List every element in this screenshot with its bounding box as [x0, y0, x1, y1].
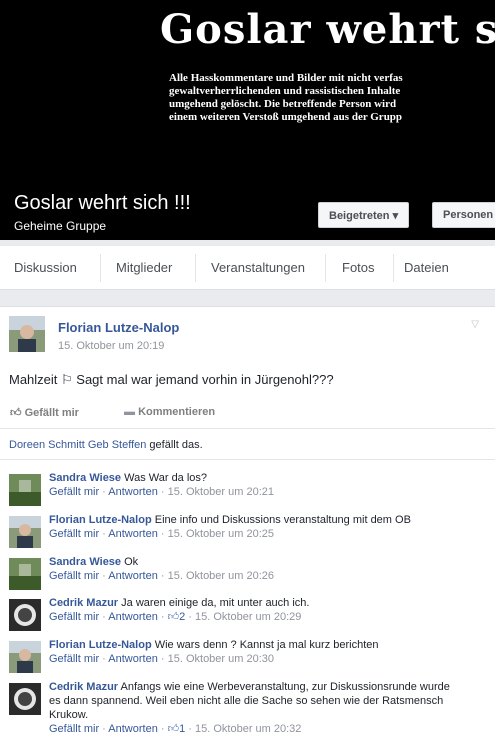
- comment-like-link[interactable]: Gefällt mir: [49, 528, 99, 540]
- tab-dateien[interactable]: Dateien: [404, 260, 449, 275]
- comment-author[interactable]: Cedrik Mazur: [49, 597, 118, 609]
- comment-time[interactable]: 15. Oktober um 20:30: [168, 653, 274, 665]
- cover-text-line: gewaltverherrlichenden und rassistischen…: [169, 85, 401, 97]
- like-button[interactable]: 👍︎ Gefällt mir: [10, 406, 79, 419]
- comment-reply-link[interactable]: Antworten: [108, 570, 158, 582]
- cover-text-line: umgehend gelöscht. Die betreffende Perso…: [169, 98, 397, 110]
- group-tabs: Diskussion Mitglieder Veranstaltungen Fo…: [0, 246, 495, 290]
- comment-like-link[interactable]: Gefällt mir: [49, 653, 99, 665]
- cover-title: Goslar wehrt s: [160, 6, 495, 53]
- tab-veranstaltungen[interactable]: Veranstaltungen: [211, 260, 305, 275]
- comment-like-link[interactable]: Gefällt mir: [49, 570, 99, 582]
- avatar[interactable]: [9, 516, 41, 548]
- comment-text: Was War da los?: [124, 472, 208, 484]
- comment-text: Ok: [124, 556, 139, 568]
- avatar[interactable]: [9, 474, 41, 506]
- comment-time[interactable]: 15. Oktober um 20:32: [195, 723, 301, 735]
- comment-like-count[interactable]: 1: [179, 723, 185, 735]
- comment-like-link[interactable]: Gefällt mir: [49, 723, 99, 735]
- comment-author[interactable]: Sandra Wiese: [49, 556, 121, 568]
- avatar[interactable]: [9, 558, 41, 590]
- likes-suffix: gefällt das.: [146, 439, 203, 451]
- group-privacy: Geheime Gruppe: [14, 219, 107, 233]
- tab-divider: [100, 254, 101, 282]
- thumbs-up-icon: 👍︎: [167, 723, 180, 735]
- tab-diskussion[interactable]: Diskussion: [14, 260, 77, 275]
- cover-text-line: einem weiteren Verstoß umgehend aus der …: [169, 111, 403, 123]
- likes-summary: Doreen Schmitt Geb Steffen gefällt das.: [9, 439, 203, 451]
- tab-divider: [325, 254, 326, 282]
- post-text: Mahlzeit ⚐ Sagt mal war jemand vorhin in…: [9, 372, 334, 387]
- comment: Sandra Wiese Ok Gefällt mir · Antworten …: [9, 555, 489, 590]
- tab-mitglieder[interactable]: Mitglieder: [116, 260, 172, 275]
- tab-divider: [195, 254, 196, 282]
- comment-author[interactable]: Florian Lutze-Nalop: [49, 639, 152, 651]
- cover-text-line: Alle Hasskommentare und Bilder mit nicht…: [169, 72, 403, 84]
- post-timestamp[interactable]: 15. Oktober um 20:19: [58, 340, 164, 352]
- comment-text: Wie wars denn ? Kannst ja mal kurz beric…: [154, 639, 379, 651]
- speech-bubble-icon: ▬: [124, 406, 139, 418]
- comment-button[interactable]: ▬ Kommentieren: [124, 406, 215, 418]
- comment-reply-link[interactable]: Antworten: [108, 528, 158, 540]
- people-button[interactable]: Personen: [432, 202, 495, 228]
- comment: Florian Lutze-Nalop Wie wars denn ? Kann…: [9, 638, 489, 673]
- comment-author[interactable]: Florian Lutze-Nalop: [49, 514, 152, 526]
- thumbs-up-icon: 👍︎: [167, 611, 180, 623]
- tab-fotos[interactable]: Fotos: [342, 260, 375, 275]
- comment-time[interactable]: 15. Oktober um 20:26: [168, 570, 274, 582]
- comment-reply-link[interactable]: Antworten: [108, 653, 158, 665]
- comment-author[interactable]: Cedrik Mazur: [49, 681, 118, 693]
- comment-text: Eine info und Diskussions veranstaltung …: [154, 514, 411, 526]
- comment-reply-link[interactable]: Antworten: [108, 723, 158, 735]
- group-cover: Goslar wehrt s Alle Hasskommentare und B…: [0, 0, 495, 240]
- post-author[interactable]: Florian Lutze-Nalop: [58, 320, 179, 335]
- comment-like-link[interactable]: Gefällt mir: [49, 611, 99, 623]
- comment-like-link[interactable]: Gefällt mir: [49, 486, 99, 498]
- avatar[interactable]: [9, 641, 41, 673]
- comment: Sandra Wiese Was War da los? Gefällt mir…: [9, 471, 489, 506]
- liker-name[interactable]: Doreen Schmitt Geb Steffen: [9, 439, 146, 451]
- avatar[interactable]: [9, 316, 45, 352]
- cover-rules-text: Alle Hasskommentare und Bilder mit nicht…: [169, 72, 403, 124]
- comment-time[interactable]: 15. Oktober um 20:25: [168, 528, 274, 540]
- avatar[interactable]: [9, 599, 41, 631]
- post-card: Florian Lutze-Nalop 15. Oktober um 20:19…: [0, 306, 495, 749]
- joined-button[interactable]: Beigetreten ▾: [318, 202, 410, 228]
- group-name[interactable]: Goslar wehrt sich !!!: [14, 192, 191, 215]
- thumbs-up-icon: 👍︎: [10, 407, 25, 419]
- comment: Cedrik Mazur Ja waren einige da, mit unt…: [9, 596, 489, 631]
- post-actions: 👍︎ Gefällt mir ▬ Kommentieren: [0, 401, 495, 429]
- divider: [0, 459, 495, 460]
- comment-label: Kommentieren: [138, 406, 216, 418]
- comment: Cedrik Mazur Anfangs wie eine Werbeveran…: [9, 680, 489, 736]
- comment-reply-link[interactable]: Antworten: [108, 611, 158, 623]
- like-label: Gefällt mir: [24, 407, 79, 419]
- comment: Florian Lutze-Nalop Eine info und Diskus…: [9, 513, 489, 548]
- avatar[interactable]: [9, 683, 41, 715]
- comment-reply-link[interactable]: Antworten: [108, 486, 158, 498]
- comment-time[interactable]: 15. Oktober um 20:21: [168, 486, 274, 498]
- tab-divider: [393, 254, 394, 282]
- comment-like-count[interactable]: 2: [179, 611, 185, 623]
- comment-author[interactable]: Sandra Wiese: [49, 472, 121, 484]
- comment-time[interactable]: 15. Oktober um 20:29: [195, 611, 301, 623]
- chevron-down-icon[interactable]: ▽: [471, 319, 479, 330]
- comment-text: Ja waren einige da, mit unter auch ich.: [121, 597, 310, 609]
